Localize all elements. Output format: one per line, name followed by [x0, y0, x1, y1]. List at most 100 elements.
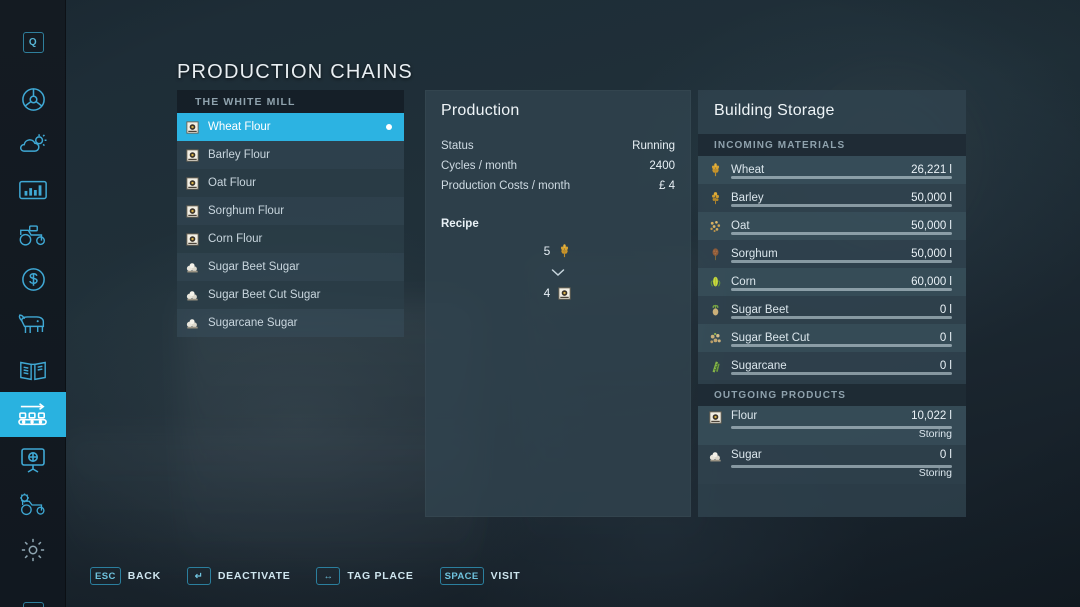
storage-row: Sugar 0 l Storing	[698, 445, 966, 484]
presentation-board-icon	[19, 446, 47, 474]
flour-bag-icon	[185, 232, 200, 247]
sidebar-item-finances[interactable]	[0, 257, 66, 302]
production-list-item[interactable]: Oat Flour	[177, 169, 404, 197]
sidebar-item-vehicle[interactable]	[0, 77, 66, 122]
help-action[interactable]: SPACE VISIT	[439, 567, 521, 585]
sidebar-item-settings[interactable]	[0, 527, 66, 572]
conveyor-belt-icon	[17, 401, 49, 429]
wheat-icon	[708, 162, 723, 178]
key-cap: ↵	[186, 567, 211, 585]
key-q-icon: Q	[22, 32, 44, 53]
storage-row: Barley 50,000 l	[698, 184, 966, 212]
building-storage-panel: Building Storage INCOMING MATERIALS Whea…	[698, 90, 966, 517]
storage-fill-bar	[731, 316, 952, 319]
storage-fill-bar	[731, 204, 952, 207]
chevron-down-icon	[425, 262, 691, 282]
sugar-beet-icon	[708, 303, 723, 318]
production-list-item[interactable]: Sugar Beet Cut Sugar	[177, 281, 404, 309]
notebook-icon	[18, 357, 48, 383]
sidebar-item-machines[interactable]	[0, 212, 66, 257]
production-list-item-label: Wheat Flour	[208, 121, 271, 133]
sidebar-item-weather[interactable]	[0, 122, 66, 167]
flour-bag-icon	[185, 204, 200, 219]
storage-item-value: 0 l	[939, 332, 952, 344]
sidebar-item-animals[interactable]	[0, 302, 66, 347]
production-list-item[interactable]: Wheat Flour	[177, 113, 404, 141]
sugarcane-icon	[708, 359, 723, 374]
key-e-icon: E	[22, 602, 44, 607]
storage-item-value: 0 l	[939, 360, 952, 372]
gear-icon	[20, 537, 46, 563]
storage-row: Sugar Beet 0 l	[698, 296, 966, 324]
storage-item-status: Storing	[918, 428, 952, 440]
help-action[interactable]: ESC BACK	[90, 567, 161, 585]
recipe-output-row: 4	[425, 282, 691, 304]
key-e-badge[interactable]: E	[0, 590, 66, 607]
production-panel-title: Production	[441, 102, 520, 119]
storage-row: Flour 10,022 l Storing	[698, 406, 966, 445]
production-stat-key: Status	[441, 140, 474, 152]
production-list-item-label: Sugar Beet Cut Sugar	[208, 289, 321, 301]
game-menu-screen: QE PRODUCTION CHAINS THE WHITE MILL Whea…	[0, 0, 1080, 607]
production-list-item[interactable]: Sugar Beet Sugar	[177, 253, 404, 281]
storage-item-name: Sorghum	[731, 248, 778, 260]
recipe-input-row: 5	[425, 240, 691, 262]
storage-item-name: Flour	[731, 410, 758, 422]
production-list-item[interactable]: Barley Flour	[177, 141, 404, 169]
sugar-pile-icon	[185, 260, 200, 275]
production-list-item[interactable]: Sugarcane Sugar	[177, 309, 404, 337]
cow-icon	[17, 312, 49, 337]
sidebar-item-contracts[interactable]	[0, 347, 66, 392]
sidebar-item-info[interactable]	[0, 437, 66, 482]
production-stat-row: Cycles / month 2400	[425, 156, 691, 176]
production-stat-key: Cycles / month	[441, 160, 518, 172]
storage-item-name: Sugar	[731, 449, 762, 461]
storage-row: Corn 60,000 l	[698, 268, 966, 296]
wheat-icon	[557, 243, 572, 259]
bar-chart-icon	[18, 178, 48, 202]
flour-bag-icon	[185, 176, 200, 191]
storage-item-name: Barley	[731, 192, 764, 204]
incoming-materials-header: INCOMING MATERIALS	[698, 134, 966, 156]
recipe-output-amount: 4	[543, 286, 551, 300]
production-list-item[interactable]: Sorghum Flour	[177, 197, 404, 225]
storage-item-value: 0 l	[939, 449, 952, 461]
flour-bag-icon	[185, 148, 200, 163]
storage-item-status: Storing	[918, 467, 952, 479]
storage-item-value: 26,221 l	[911, 164, 952, 176]
storage-item-name: Oat	[731, 220, 750, 232]
production-stat-key: Production Costs / month	[441, 180, 571, 192]
sidebar-item-statistics[interactable]	[0, 167, 66, 212]
storage-item-name: Sugar Beet	[731, 304, 789, 316]
flour-bag-icon	[708, 410, 723, 425]
key-q-badge[interactable]: Q	[0, 20, 66, 65]
sugar-pile-icon	[708, 449, 723, 464]
key-cap: ESC	[90, 567, 121, 585]
production-list-item[interactable]: Corn Flour	[177, 225, 404, 253]
storage-item-value: 50,000 l	[911, 192, 952, 204]
key-cap: SPACE	[439, 567, 484, 585]
storage-row: Sugarcane 0 l	[698, 352, 966, 380]
production-list-panel: THE WHITE MILL Wheat Flour Barley Flour Oa…	[177, 90, 404, 337]
production-stat-value: £ 4	[659, 180, 675, 192]
storage-panel-title: Building Storage	[714, 102, 835, 119]
help-action[interactable]: ↵ DEACTIVATE	[186, 567, 291, 585]
help-action[interactable]: ↔ TAG PLACE	[316, 567, 413, 585]
production-list-header: THE WHITE MILL	[177, 90, 404, 113]
production-list-item-label: Sugar Beet Sugar	[208, 261, 300, 273]
storage-fill-bar	[731, 176, 952, 179]
help-action-label: TAG PLACE	[347, 570, 414, 582]
gear-tractor-icon	[17, 492, 49, 518]
storage-item-name: Wheat	[731, 164, 765, 176]
production-list-item-label: Oat Flour	[208, 177, 256, 189]
storage-item-name: Corn	[731, 276, 756, 288]
storage-item-name: Sugar Beet Cut	[731, 332, 810, 344]
storage-row: Wheat 26,221 l	[698, 156, 966, 184]
sidebar-item-vehicle-config[interactable]	[0, 482, 66, 527]
production-stat-value: 2400	[649, 160, 675, 172]
recipe-label: Recipe	[441, 218, 479, 230]
recipe-block: 54	[425, 240, 691, 304]
storage-fill-bar	[731, 232, 952, 235]
sidebar-item-production[interactable]	[0, 392, 66, 437]
sugar-pile-icon	[185, 288, 200, 303]
